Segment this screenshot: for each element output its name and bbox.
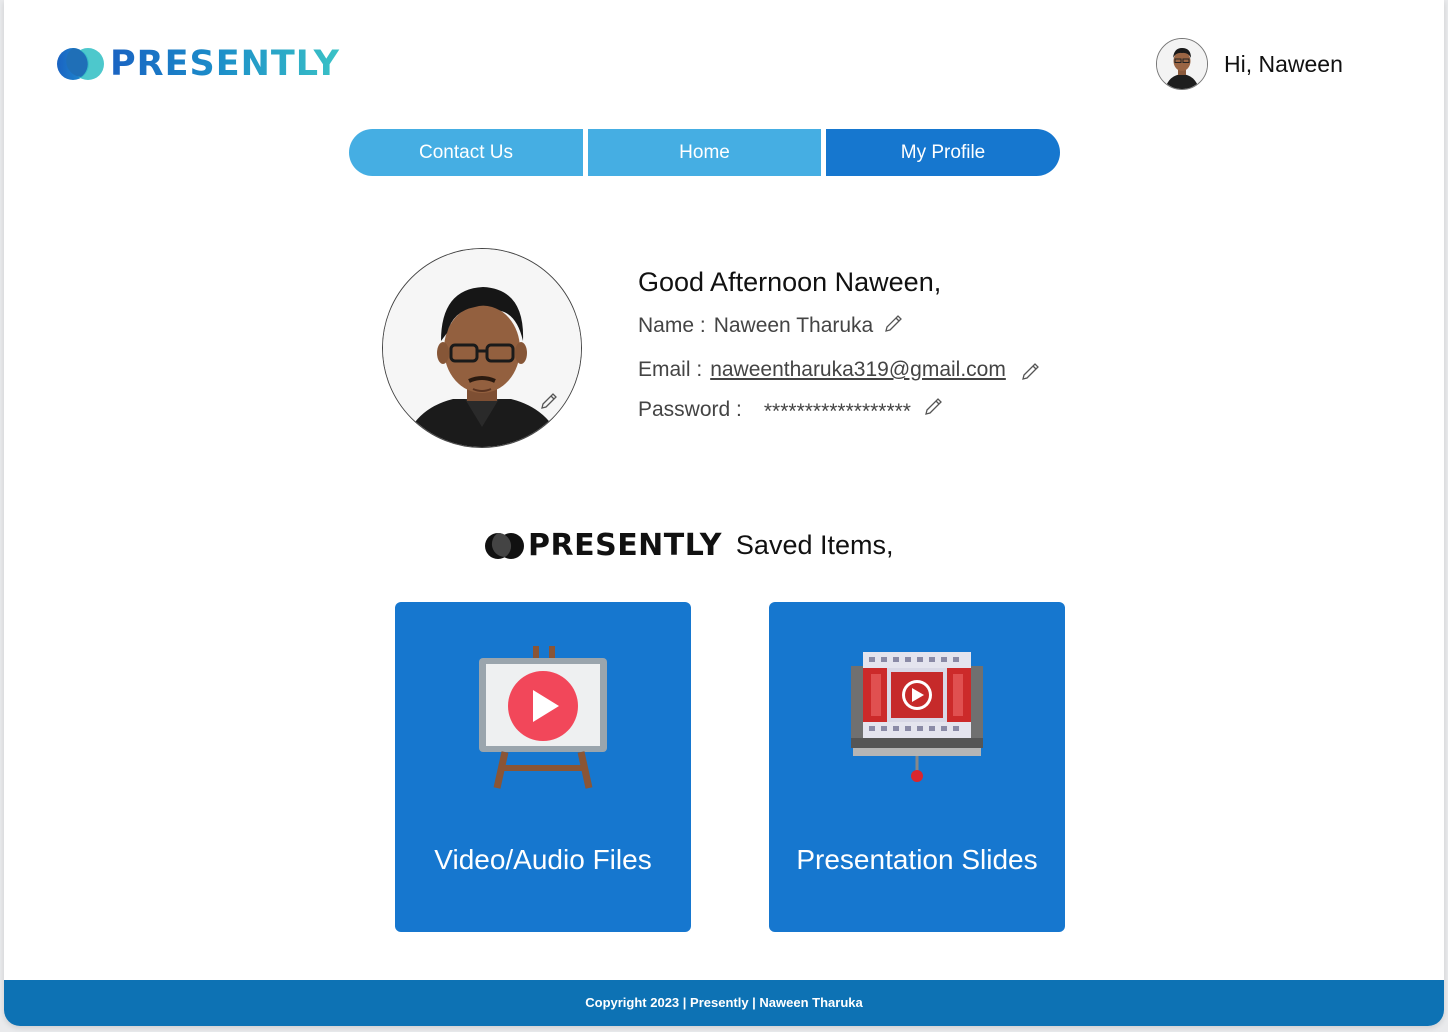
logo-mark-icon — [485, 532, 524, 559]
email-value[interactable]: naweentharuka319@gmail.com — [710, 358, 1006, 382]
user-greeting: Hi, Naween — [1224, 50, 1343, 77]
email-label: Email : — [638, 358, 703, 381]
card-presentation-slides[interactable]: Presentation Slides — [769, 602, 1065, 932]
main-nav: Contact Us Home My Profile — [349, 129, 1060, 176]
password-label: Password : — [638, 398, 742, 421]
page: PRESENTLY Hi, Naween Contact Us Home My … — [4, 0, 1444, 1026]
card-label: Video/Audio Files — [434, 844, 652, 875]
name-label: Name : — [638, 314, 706, 337]
edit-password-icon[interactable] — [923, 395, 945, 417]
password-value: ****************** — [763, 400, 911, 423]
avatar[interactable] — [1156, 38, 1208, 90]
password-row: Password : ****************** — [638, 396, 945, 424]
footer: Copyright 2023 | Presently | Naween Thar… — [4, 980, 1444, 1026]
nav-my-profile[interactable]: My Profile — [826, 129, 1060, 176]
logo-text: PRESENTLY — [110, 44, 340, 84]
brand-logo[interactable]: PRESENTLY — [56, 44, 340, 84]
nav-contact-us[interactable]: Contact Us — [349, 129, 583, 176]
photo-edit-icon[interactable] — [538, 390, 560, 412]
edit-name-icon[interactable] — [883, 312, 905, 334]
card-video-audio-files[interactable]: Video/Audio Files — [395, 602, 691, 932]
email-row: Email : naweentharuka319@gmail.com — [638, 358, 1042, 382]
card-label: Presentation Slides — [796, 844, 1038, 875]
edit-email-icon[interactable] — [1020, 360, 1042, 382]
profile-photo — [382, 248, 582, 448]
easel-video-icon — [479, 646, 607, 789]
user-menu[interactable]: Hi, Naween — [1156, 38, 1343, 90]
profile-greeting: Good Afternoon Naween, — [638, 267, 942, 297]
name-row: Name : Naween Tharuka — [638, 314, 905, 338]
logo-mark-icon — [57, 48, 104, 80]
saved-items-title: Saved Items, — [735, 530, 894, 560]
saved-items-header: PRESENTLY Saved Items, — [484, 528, 894, 563]
profile-portrait-icon — [383, 249, 581, 447]
nav-home[interactable]: Home — [588, 129, 821, 176]
name-value: Naween Tharuka — [713, 314, 874, 337]
projector-film-icon — [851, 652, 983, 782]
user-photo-icon — [1157, 39, 1207, 89]
saved-logo-text: PRESENTLY — [528, 528, 722, 563]
